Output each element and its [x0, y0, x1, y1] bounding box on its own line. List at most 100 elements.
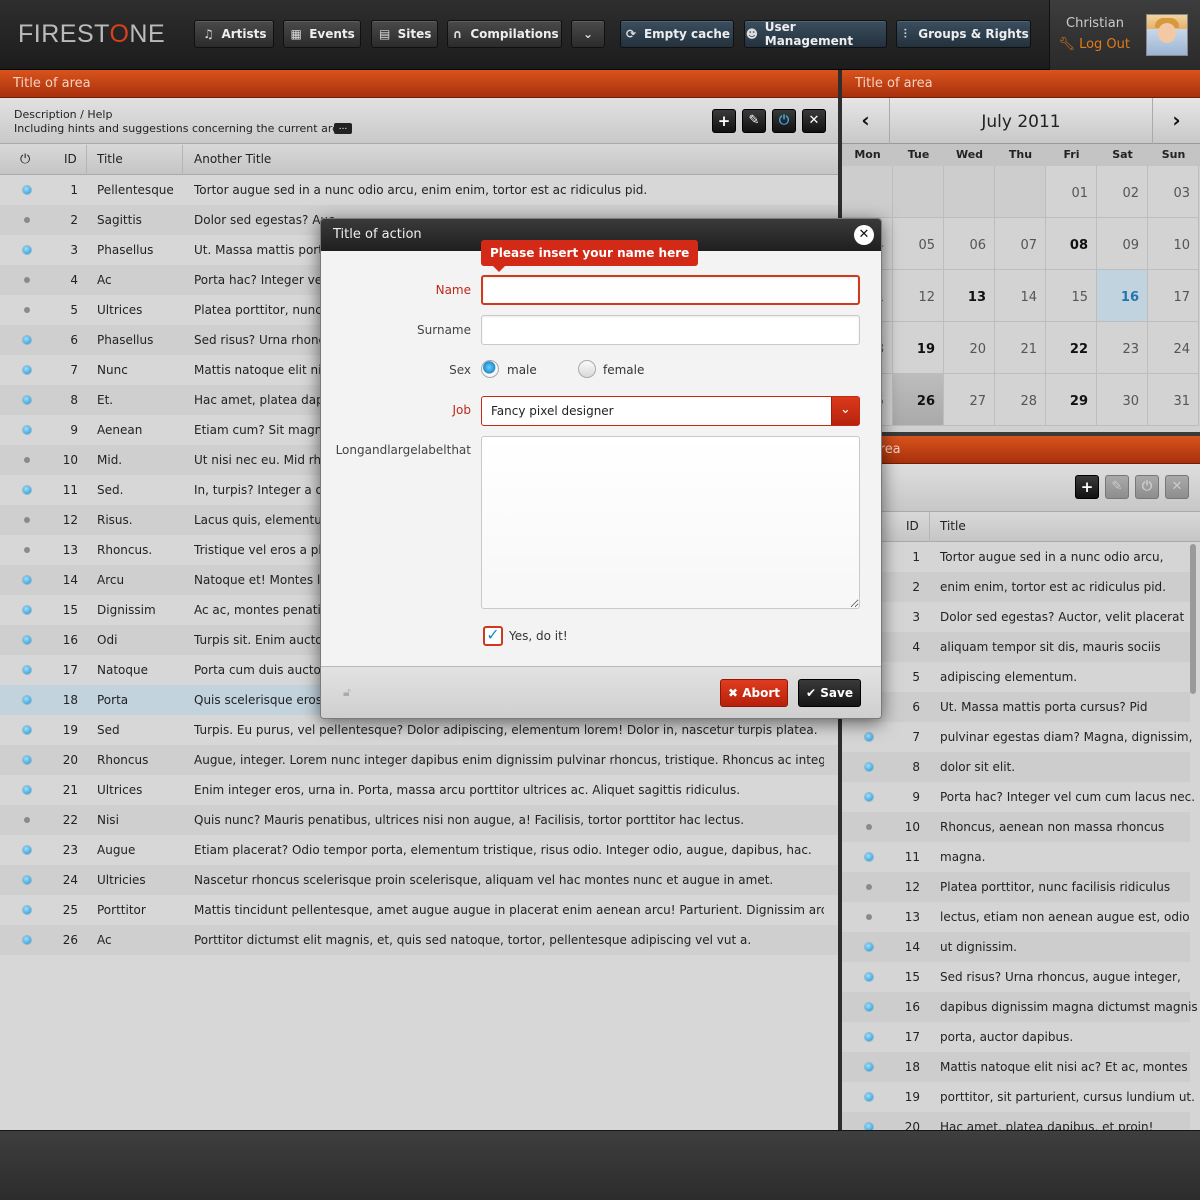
secondary-add-button[interactable]: + — [1075, 475, 1099, 499]
column-header-another-title[interactable]: Another Title — [194, 152, 271, 166]
status-dot-icon[interactable] — [23, 186, 31, 194]
long-textarea[interactable] — [481, 436, 860, 609]
status-dot-icon[interactable] — [23, 426, 31, 434]
calendar-day[interactable]: 21 — [995, 322, 1046, 374]
empty-cache-button[interactable]: ⟳ Empty cache — [620, 20, 734, 48]
status-dot-icon[interactable] — [865, 1093, 873, 1101]
status-dot-icon[interactable] — [24, 277, 30, 283]
nav-events-button[interactable]: ▦ Events — [283, 20, 361, 48]
table-row[interactable]: 19 Sed Turpis. Eu purus, vel pellentesque?… — [0, 715, 838, 745]
list-item[interactable]: 9 Porta hac? Integer vel cum cum lacus ne… — [842, 782, 1195, 812]
calendar-day[interactable]: 02 — [1097, 166, 1148, 218]
status-dot-icon[interactable] — [23, 576, 31, 584]
app-logo[interactable]: FIRESTONE — [18, 18, 165, 50]
add-button[interactable]: + — [712, 109, 736, 133]
status-dot-icon[interactable] — [24, 547, 30, 553]
list-item[interactable]: 7 pulvinar egestas diam? Magna, dignissim… — [842, 722, 1192, 752]
status-dot-icon[interactable] — [865, 793, 873, 801]
calendar-day[interactable]: 28 — [995, 374, 1046, 426]
dialog-close-button[interactable]: ✕ — [854, 225, 874, 245]
list-item[interactable]: 1 Tortor augue sed in a nunc odio arcu, — [842, 542, 1190, 572]
status-dot-icon[interactable] — [865, 973, 873, 981]
list-item[interactable]: 12 Platea porttitor, nunc facilisis ridic… — [842, 872, 1190, 902]
calendar-day[interactable]: 19 — [893, 322, 944, 374]
table-row[interactable]: 20 Rhoncus Augue, integer. Lorem nunc inte… — [0, 745, 838, 775]
calendar-day[interactable]: 24 — [1148, 322, 1199, 374]
calendar-day[interactable]: 29 — [1046, 374, 1097, 426]
calendar-day[interactable]: 15 — [1046, 270, 1097, 322]
status-dot-icon[interactable] — [865, 943, 873, 951]
list-item[interactable]: 19 porttitor, sit parturient, cursus lund… — [842, 1082, 1195, 1112]
calendar-day[interactable]: 14 — [995, 270, 1046, 322]
logout-link[interactable]: 🔧︎ Log Out — [1058, 37, 1130, 52]
list-item[interactable]: 2 enim enim, tortor est ac ridiculus pid. — [842, 572, 1190, 602]
column-header-title[interactable]: Title — [97, 152, 123, 166]
calendar-next-button[interactable]: › — [1152, 98, 1200, 144]
status-dot-icon[interactable] — [23, 366, 31, 374]
calendar-day[interactable]: 16 — [1097, 270, 1148, 322]
table-row[interactable]: 21 Ultrices Enim integer eros, urna in. Po… — [0, 775, 838, 805]
list-item[interactable]: 4 aliquam tempor sit dis, mauris sociis — [842, 632, 1190, 662]
calendar-day[interactable]: 22 — [1046, 322, 1097, 374]
status-dot-icon[interactable] — [24, 217, 30, 223]
sex-female-label[interactable]: female — [603, 363, 644, 377]
sex-male-radio[interactable] — [481, 360, 499, 378]
table-row[interactable]: 24 Ultricies Nascetur rhoncus scelerisque … — [0, 865, 838, 895]
calendar-day[interactable]: 13 — [944, 270, 995, 322]
calendar-day[interactable]: 06 — [944, 218, 995, 270]
status-dot-icon[interactable] — [865, 1003, 873, 1011]
status-dot-icon[interactable] — [23, 666, 31, 674]
list-item[interactable]: 16 dapibus dignissim magna dictumst magni… — [842, 992, 1198, 1022]
status-dot-icon[interactable] — [23, 756, 31, 764]
status-dot-icon[interactable] — [23, 876, 31, 884]
calendar-day[interactable]: 12 — [893, 270, 944, 322]
calendar-day[interactable]: 08 — [1046, 218, 1097, 270]
list-item[interactable]: 5 adipiscing elementum. — [842, 662, 1190, 692]
column-header-id[interactable]: ID — [64, 152, 77, 166]
calendar-day[interactable]: 26 — [893, 374, 944, 426]
delete-button[interactable]: ✕ — [802, 109, 826, 133]
status-dot-icon[interactable] — [23, 696, 31, 704]
calendar-day[interactable]: 23 — [1097, 322, 1148, 374]
status-dot-icon[interactable] — [866, 824, 872, 830]
list-item[interactable]: 13 lectus, etiam non aenean augue est, od… — [842, 902, 1190, 932]
calendar-prev-button[interactable]: ‹ — [842, 98, 890, 144]
secondary-power-button[interactable]: ⏻ — [1135, 475, 1159, 499]
status-dot-icon[interactable] — [23, 396, 31, 404]
confirm-checkbox[interactable]: ✓ — [483, 626, 503, 646]
nav-artists-button[interactable]: ♫ Artists — [194, 20, 274, 48]
status-dot-icon[interactable] — [866, 914, 872, 920]
calendar-day[interactable]: 27 — [944, 374, 995, 426]
list-item[interactable]: 11 magna. — [842, 842, 1190, 872]
calendar-day[interactable]: 01 — [1046, 166, 1097, 218]
table-row[interactable]: 26 Ac Porttitor dictumst elit magnis, et, … — [0, 925, 838, 955]
nav-sites-button[interactable]: ▤ Sites — [371, 20, 438, 48]
secondary-delete-button[interactable]: ✕ — [1165, 475, 1189, 499]
list-item[interactable]: 18 Mattis natoque elit nisi ac? Et ac, mo… — [842, 1052, 1190, 1082]
status-dot-icon[interactable] — [865, 1063, 873, 1071]
status-dot-icon[interactable] — [23, 336, 31, 344]
list-item[interactable]: 15 Sed risus? Urna rhoncus, augue integer… — [842, 962, 1190, 992]
calendar-day[interactable]: 03 — [1148, 166, 1199, 218]
name-input[interactable] — [481, 275, 860, 305]
power-button[interactable]: ⏻ — [772, 109, 796, 133]
status-dot-icon[interactable] — [24, 457, 30, 463]
status-dot-icon[interactable] — [23, 726, 31, 734]
calendar-day[interactable]: 09 — [1097, 218, 1148, 270]
list-item[interactable]: 8 dolor sit elit. — [842, 752, 1190, 782]
surname-input[interactable] — [481, 315, 860, 345]
status-dot-icon[interactable] — [23, 906, 31, 914]
status-dot-icon[interactable] — [865, 853, 873, 861]
edit-button[interactable]: ✎ — [742, 109, 766, 133]
calendar-day[interactable]: 10 — [1148, 218, 1199, 270]
status-dot-icon[interactable] — [865, 1033, 873, 1041]
chevron-down-icon[interactable]: ⌄ — [831, 397, 859, 425]
status-dot-icon[interactable] — [24, 817, 30, 823]
status-dot-icon[interactable] — [23, 486, 31, 494]
sex-male-label[interactable]: male — [507, 363, 537, 377]
secondary-column-header-title[interactable]: Title — [940, 519, 966, 533]
more-info-button[interactable]: ... — [334, 123, 352, 134]
list-item[interactable]: 10 Rhoncus, aenean non massa rhoncus — [842, 812, 1190, 842]
secondary-edit-button[interactable]: ✎ — [1105, 475, 1129, 499]
calendar-day[interactable]: 30 — [1097, 374, 1148, 426]
